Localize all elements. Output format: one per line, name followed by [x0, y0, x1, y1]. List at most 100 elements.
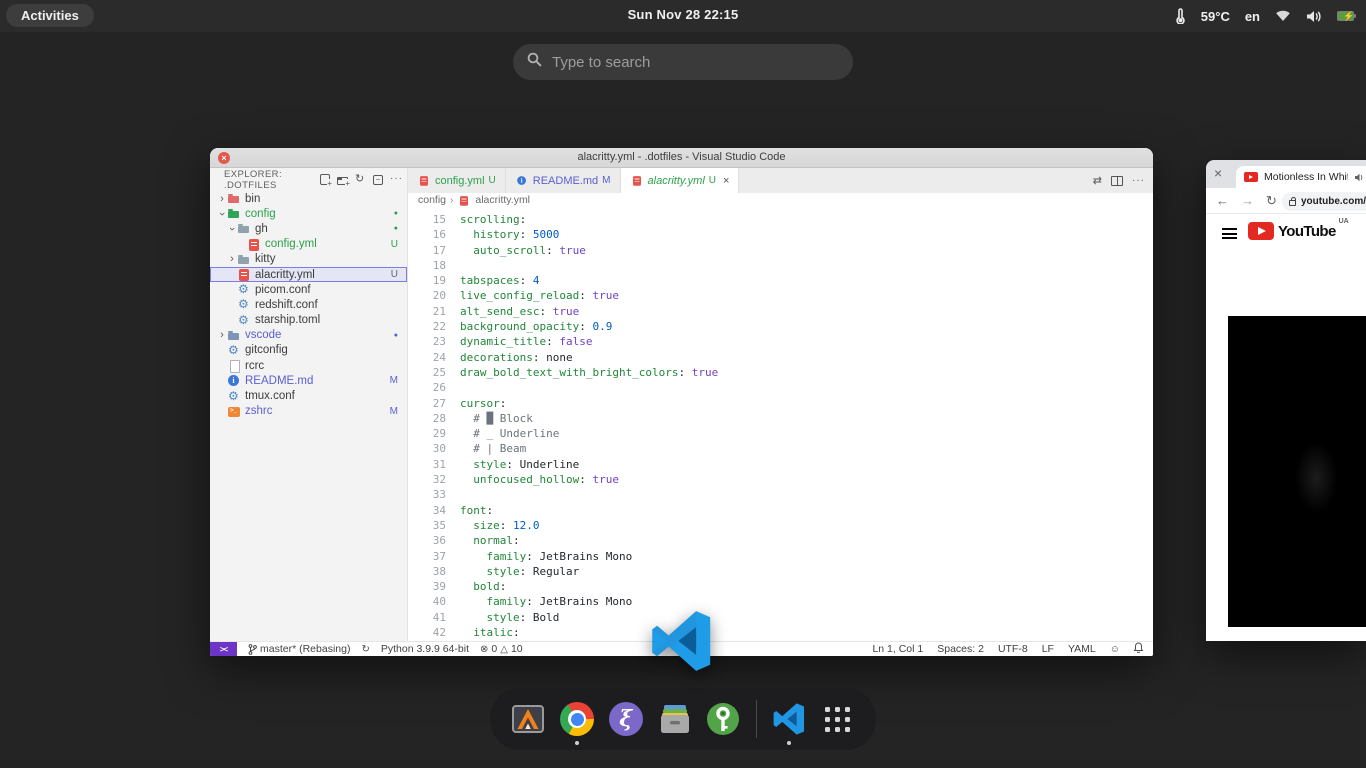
feedback-icon[interactable]: ☺ — [1110, 644, 1120, 655]
tree-item-README.md[interactable]: README.mdM — [210, 373, 407, 388]
code-line[interactable]: 29 # _ Underline — [408, 426, 1153, 441]
tree-item-zshrc[interactable]: zshrcM — [210, 404, 407, 419]
code-line[interactable]: 33 — [408, 487, 1153, 502]
refresh-icon[interactable]: ↻ — [355, 174, 366, 185]
tree-item-bin[interactable]: ›bin — [210, 191, 407, 206]
browser-tab[interactable]: Motionless In White - — [1236, 166, 1366, 188]
code-line[interactable]: 23dynamic_title: false — [408, 334, 1153, 349]
folder-icon — [237, 222, 251, 235]
editor-more-actions-icon[interactable]: ··· — [1132, 175, 1145, 186]
code-line[interactable]: 16 history: 5000 — [408, 227, 1153, 242]
line-number: 18 — [408, 258, 446, 273]
tree-item-config.yml[interactable]: config.ymlU — [210, 237, 407, 252]
tree-item-kitty[interactable]: ›kitty — [210, 252, 407, 267]
code-line[interactable]: 35 size: 12.0 — [408, 518, 1153, 533]
alacritty-app-icon[interactable] — [510, 700, 547, 738]
status-item[interactable]: Ln 1, Col 1 — [872, 643, 923, 655]
more-actions-icon[interactable]: ··· — [390, 174, 401, 185]
code-line[interactable]: 24decorations: none — [408, 350, 1153, 365]
chrome-app-icon[interactable] — [559, 700, 596, 738]
keyboard-layout-indicator[interactable]: en — [1245, 9, 1260, 24]
tree-item-config[interactable]: ›config● — [210, 206, 407, 221]
hamburger-menu-icon[interactable] — [1222, 228, 1237, 239]
breadcrumb[interactable]: config › alacritty.yml — [408, 193, 1153, 207]
back-button[interactable]: ← — [1216, 193, 1229, 208]
tab-config.yml[interactable]: config.ymlU — [408, 168, 506, 193]
line-number: 15 — [408, 212, 446, 227]
code-line[interactable]: 42 italic: — [408, 625, 1153, 640]
status-item[interactable]: YAML — [1068, 643, 1096, 655]
code-line[interactable]: 39 bold: — [408, 579, 1153, 594]
status-item[interactable]: Spaces: 2 — [937, 643, 984, 655]
tab-close-icon[interactable]: × — [723, 175, 729, 187]
youtube-logo[interactable]: YouTube UA — [1248, 222, 1336, 240]
files-app-icon[interactable] — [656, 700, 693, 738]
code-line[interactable]: 40 family: JetBrains Mono — [408, 594, 1153, 609]
tree-item-redshift.conf[interactable]: redshift.conf — [210, 297, 407, 312]
video-player[interactable] — [1228, 316, 1366, 627]
tree-item-tmux.conf[interactable]: tmux.conf — [210, 388, 407, 403]
collapse-all-icon[interactable]: − — [373, 175, 383, 185]
sync-icon[interactable]: ↻ — [361, 644, 369, 655]
code-line[interactable]: 32 unfocused_hollow: true — [408, 472, 1153, 487]
folder-red-icon — [227, 192, 241, 205]
forward-button[interactable]: → — [1241, 193, 1254, 208]
tree-item-vscode[interactable]: ›vscode● — [210, 328, 407, 343]
vscode-app-icon[interactable] — [771, 700, 808, 738]
overview-search[interactable] — [513, 44, 853, 80]
folder-teal-icon — [227, 207, 241, 220]
system-tray[interactable]: 59°C en ⚡ — [1175, 0, 1354, 32]
code-line[interactable]: 27cursor: — [408, 396, 1153, 411]
clock[interactable]: Sun Nov 28 22:15 — [0, 7, 1366, 22]
git-branch-status[interactable]: master* (Rebasing) — [248, 643, 350, 655]
code-line[interactable]: 19tabspaces: 4 — [408, 273, 1153, 288]
code-line[interactable]: 22background_opacity: 0.9 — [408, 319, 1153, 334]
code-line[interactable]: 21alt_send_esc: true — [408, 304, 1153, 319]
remote-indicator[interactable]: >< — [210, 642, 237, 657]
search-input[interactable] — [552, 54, 839, 71]
breadcrumb-folder[interactable]: config — [418, 194, 446, 206]
tree-item-gh[interactable]: ›gh● — [210, 221, 407, 236]
code-line[interactable]: 36 normal: — [408, 533, 1153, 548]
tree-item-rcrc[interactable]: rcrc — [210, 358, 407, 373]
status-bar-right: Ln 1, Col 1 Spaces: 2 UTF-8 LF YAML ☺ — [872, 642, 1153, 656]
reload-button[interactable]: ↻ — [1266, 193, 1277, 209]
tree-item-gitconfig[interactable]: gitconfig — [210, 343, 407, 358]
status-item[interactable]: LF — [1042, 643, 1054, 655]
code-line[interactable]: 17 auto_scroll: true — [408, 243, 1153, 258]
code-line[interactable]: 25draw_bold_text_with_bright_colors: tru… — [408, 365, 1153, 380]
problems-status[interactable]: ⊗ 0 △ 10 — [480, 643, 523, 655]
code-line[interactable]: 20live_config_reload: true — [408, 288, 1153, 303]
tree-item-starship.toml[interactable]: starship.toml — [210, 313, 407, 328]
new-folder-icon[interactable] — [337, 177, 348, 185]
tab-alacritty.yml[interactable]: alacritty.ymlU× — [621, 168, 740, 193]
vscode-titlebar[interactable]: × alacritty.yml - .dotfiles - Visual Stu… — [210, 148, 1153, 168]
code-line[interactable]: 37 family: JetBrains Mono — [408, 549, 1153, 564]
chrome-close-button[interactable]: × — [1214, 165, 1222, 181]
tree-item-picom.conf[interactable]: picom.conf — [210, 282, 407, 297]
emacs-app-icon[interactable]: ξ — [607, 700, 644, 738]
running-indicator — [575, 741, 579, 745]
tab-README.md[interactable]: README.mdM — [506, 168, 621, 193]
breadcrumb-file[interactable]: alacritty.yml — [475, 194, 530, 206]
code-editor[interactable]: 15scrolling:16 history: 500017 auto_scro… — [408, 207, 1153, 641]
code-line[interactable]: 26 — [408, 380, 1153, 395]
address-bar[interactable]: youtube.com/wa — [1282, 192, 1366, 211]
notifications-bell-icon[interactable] — [1134, 642, 1143, 656]
app-grid-button[interactable] — [819, 700, 856, 738]
python-interpreter-status[interactable]: Python 3.9.9 64-bit — [381, 643, 469, 655]
tree-item-alacritty.yml[interactable]: alacritty.ymlU — [210, 267, 407, 282]
keepassxc-app-icon[interactable] — [705, 700, 742, 738]
code-line[interactable]: 15scrolling: — [408, 212, 1153, 227]
code-line[interactable]: 34font: — [408, 503, 1153, 518]
code-line[interactable]: 30 # | Beam — [408, 441, 1153, 456]
split-editor-icon[interactable] — [1111, 176, 1123, 186]
code-line[interactable]: 28 # █ Block — [408, 411, 1153, 426]
code-line[interactable]: 41 style: Bold — [408, 610, 1153, 625]
new-file-icon[interactable] — [320, 174, 330, 185]
code-line[interactable]: 31 style: Underline — [408, 457, 1153, 472]
code-line[interactable]: 38 style: Regular — [408, 564, 1153, 579]
code-line[interactable]: 18 — [408, 258, 1153, 273]
open-changes-icon[interactable]: ⇄ — [1093, 174, 1102, 187]
status-item[interactable]: UTF-8 — [998, 643, 1028, 655]
